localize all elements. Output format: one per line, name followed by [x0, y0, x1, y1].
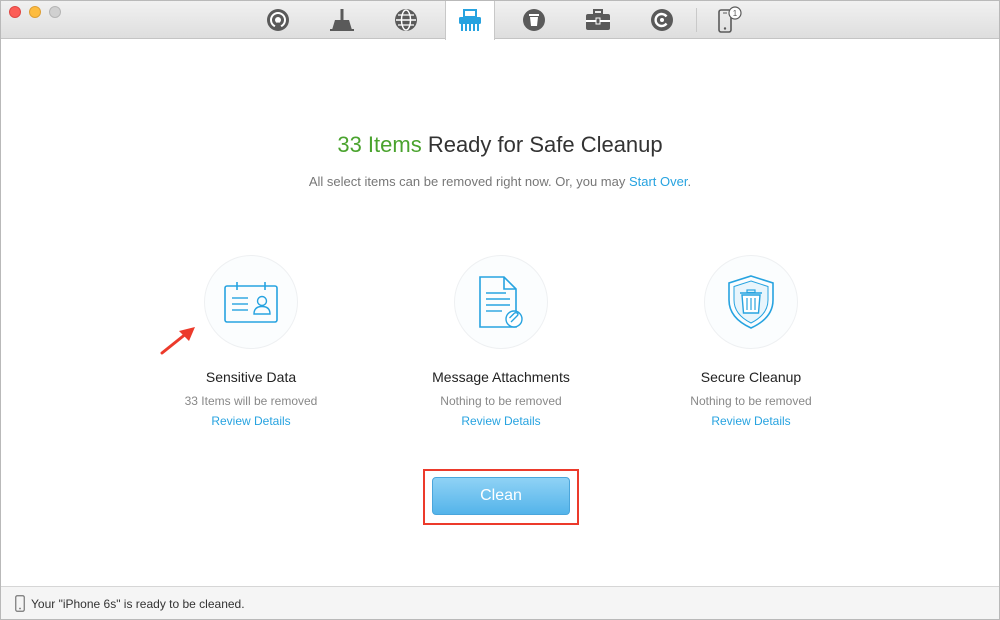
sensitive-data-icon-circle[interactable]	[204, 255, 298, 349]
tool-airbackup[interactable]	[253, 1, 303, 39]
tool-toolbox[interactable]	[573, 1, 623, 39]
subtitle: All select items can be removed right no…	[1, 174, 999, 189]
toolbox-icon	[586, 9, 610, 30]
review-details-link-secure-cleanup[interactable]: Review Details	[631, 414, 871, 428]
tool-internet[interactable]	[381, 1, 431, 39]
clean-button[interactable]: Clean	[432, 477, 570, 515]
tool-device[interactable]: 1	[703, 1, 753, 39]
card-secure-cleanup: Secure Cleanup Nothing to be removed Rev…	[631, 255, 871, 428]
card-message-attachments: Message Attachments Nothing to be remove…	[381, 255, 621, 428]
items-count: 33 Items	[337, 132, 422, 157]
recycle-bin-icon	[523, 9, 545, 31]
device-count-badge: 1	[733, 9, 738, 18]
message-attachments-icon-circle[interactable]	[454, 255, 548, 349]
toolbar: 1	[1, 1, 999, 40]
shield-trash-icon	[728, 275, 774, 329]
subtitle-text: All select items can be removed right no…	[308, 174, 629, 189]
tool-privacy-cleaner[interactable]	[445, 1, 495, 40]
secure-cleanup-icon-circle[interactable]	[704, 255, 798, 349]
card-subtitle: 33 Items will be removed	[184, 394, 318, 408]
status-bar: Your "iPhone 6s" is ready to be cleaned.	[1, 586, 999, 619]
tool-cleaner[interactable]	[317, 1, 367, 39]
card-subtitle: Nothing to be removed	[690, 394, 812, 408]
card-subtitle: Nothing to be removed	[440, 394, 562, 408]
iphone-icon: 1	[718, 6, 742, 33]
backup-circle-icon	[651, 9, 673, 31]
shredder-icon	[459, 8, 481, 31]
zoom-window-button[interactable]	[49, 6, 61, 18]
globe-icon	[395, 9, 417, 31]
app-window: 1 33 Items Ready for Safe Cleanup All se…	[0, 0, 1000, 620]
headline-text: Ready for Safe Cleanup	[427, 132, 663, 157]
minimize-window-button[interactable]	[29, 6, 41, 18]
page-title: 33 Items Ready for Safe Cleanup	[1, 132, 999, 158]
close-window-button[interactable]	[9, 6, 21, 18]
card-title: Secure Cleanup	[700, 369, 802, 385]
annotation-arrow-icon	[160, 327, 195, 355]
broom-icon	[330, 9, 354, 31]
subtitle-period: .	[687, 174, 692, 189]
toolbar-separator	[696, 8, 697, 32]
status-text: Your "iPhone 6s" is ready to be cleaned.	[31, 597, 245, 611]
airplay-circle-icon	[267, 9, 289, 31]
start-over-link[interactable]: Start Over	[629, 174, 688, 189]
card-title: Sensitive Data	[205, 369, 297, 385]
card-title: Message Attachments	[432, 369, 570, 385]
phone-outline-icon	[15, 595, 25, 612]
tool-backup[interactable]	[637, 1, 687, 39]
review-details-link-sensitive-data[interactable]: Review Details	[131, 414, 371, 428]
tool-recycle[interactable]	[509, 1, 559, 39]
document-attachment-icon	[479, 276, 523, 328]
review-details-link-message-attachments[interactable]: Review Details	[381, 414, 621, 428]
id-card-icon	[224, 282, 278, 323]
